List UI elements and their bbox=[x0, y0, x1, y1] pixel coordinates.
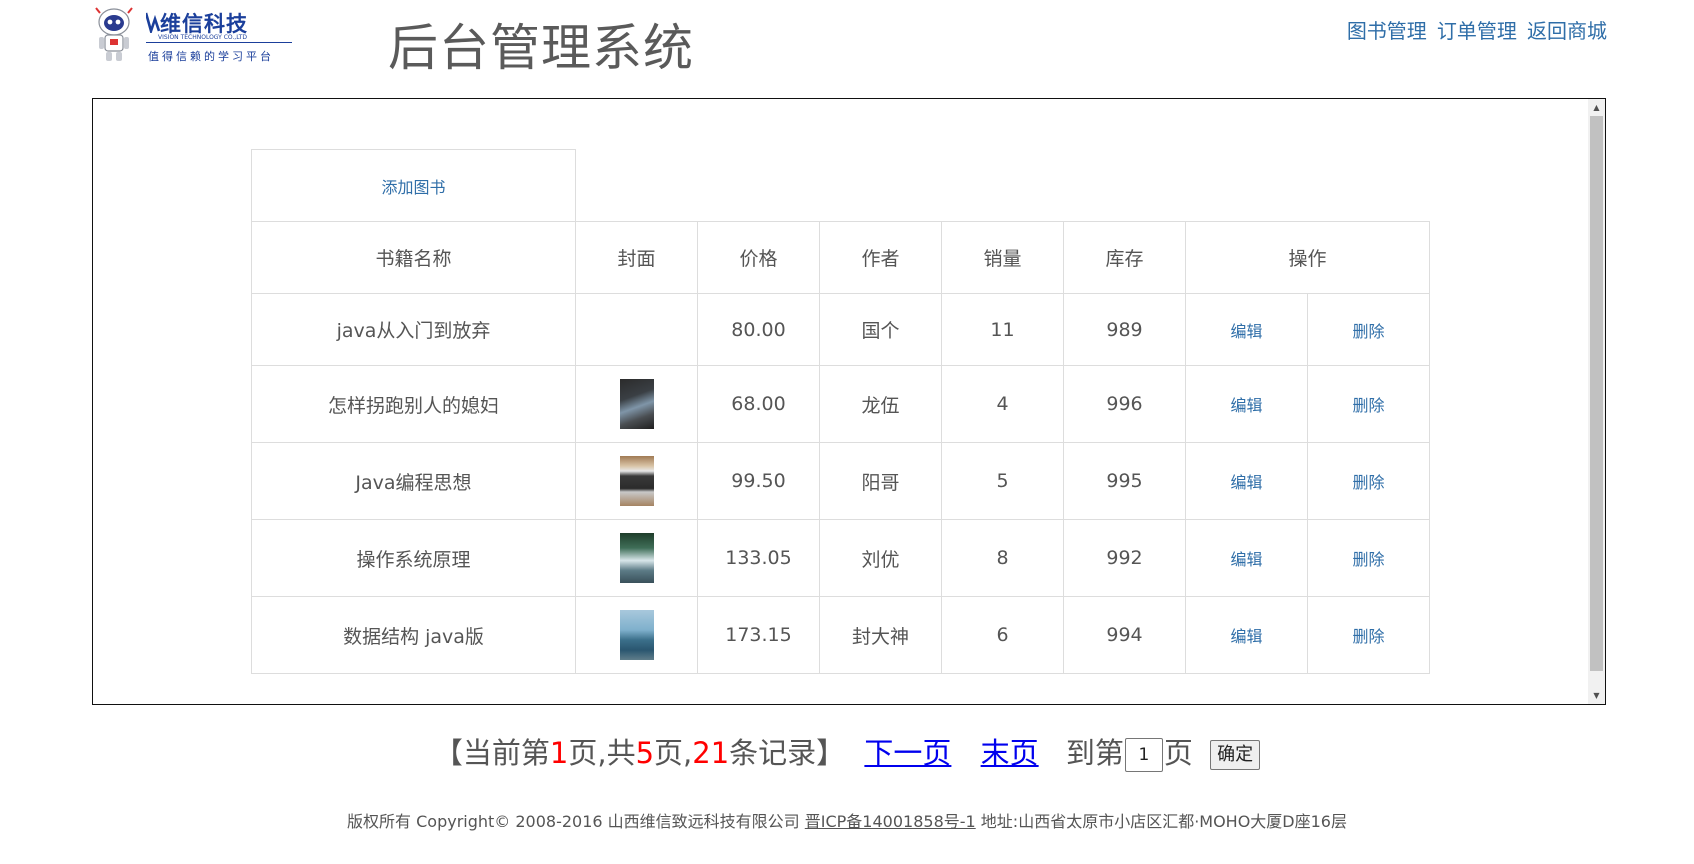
vertical-scrollbar[interactable]: ▲ ▼ bbox=[1588, 99, 1605, 704]
confirm-button[interactable]: 确定 bbox=[1210, 740, 1261, 770]
book-stock: 992 bbox=[1063, 519, 1186, 597]
book-price: 80.00 bbox=[697, 293, 820, 366]
table-row: 怎样拐跑别人的媳妇 68.00 龙伍 4 996 编辑 删除 bbox=[251, 365, 1430, 443]
nav-order-management[interactable]: 订单管理 bbox=[1437, 19, 1517, 43]
book-sales: 11 bbox=[941, 293, 1064, 366]
delete-link[interactable]: 删除 bbox=[1352, 550, 1384, 569]
book-author: 刘优 bbox=[819, 519, 942, 597]
scrollbar-thumb[interactable] bbox=[1590, 116, 1603, 671]
book-cover-cell bbox=[575, 442, 698, 520]
book-stock: 989 bbox=[1063, 293, 1186, 366]
add-row: 添加图书 bbox=[251, 149, 1430, 222]
table-row: 数据结构 java版 173.15 封大神 6 994 编辑 删除 bbox=[251, 596, 1430, 674]
table-row: java从入门到放弃 80.00 国个 11 989 编辑 删除 bbox=[251, 293, 1430, 366]
brand-slogan: 值得信赖的学习平台 bbox=[148, 50, 274, 63]
column-header: 书籍名称 bbox=[251, 221, 576, 294]
add-book-cell: 添加图书 bbox=[251, 149, 576, 222]
column-header: 销量 bbox=[941, 221, 1064, 294]
book-cover-cell bbox=[575, 365, 698, 443]
book-name: Java编程思想 bbox=[251, 442, 576, 520]
edit-link[interactable]: 编辑 bbox=[1230, 396, 1262, 415]
column-header: 作者 bbox=[819, 221, 942, 294]
book-stock: 996 bbox=[1063, 365, 1186, 443]
current-page-number: 1 bbox=[549, 736, 569, 770]
content-frame: 添加图书 书籍名称 封面 价格 作者 销量 库存 操作 java从入门到放弃 8… bbox=[92, 98, 1606, 705]
edit-link[interactable]: 编辑 bbox=[1230, 550, 1262, 569]
book-name: java从入门到放弃 bbox=[251, 293, 576, 366]
footer: 版权所有 Copyright© 2008-2016 山西维信致远科技有限公司 晋… bbox=[0, 808, 1694, 832]
copyright-text: 版权所有 Copyright© 2008-2016 山西维信致远科技有限公司 bbox=[347, 812, 800, 831]
goto-page-input[interactable]: 1 bbox=[1124, 738, 1163, 772]
last-page-link[interactable]: 末页 bbox=[981, 736, 1039, 770]
book-author: 国个 bbox=[819, 293, 942, 366]
goto-suffix: 页 bbox=[1163, 736, 1193, 770]
table-row: 操作系统原理 133.05 刘优 8 992 编辑 删除 bbox=[251, 519, 1430, 597]
book-price: 99.50 bbox=[697, 442, 820, 520]
edit-link[interactable]: 编辑 bbox=[1230, 627, 1262, 646]
add-book-link[interactable]: 添加图书 bbox=[381, 178, 445, 197]
vw-brand-mark-icon bbox=[146, 12, 160, 33]
scroll-up-arrow-icon[interactable]: ▲ bbox=[1588, 99, 1605, 116]
book-name: 怎样拐跑别人的媳妇 bbox=[251, 365, 576, 443]
book-price: 133.05 bbox=[697, 519, 820, 597]
edit-link[interactable]: 编辑 bbox=[1230, 322, 1262, 341]
book-cover-cell bbox=[575, 519, 698, 597]
logo-divider bbox=[146, 42, 292, 43]
book-table: 添加图书 书籍名称 封面 价格 作者 销量 库存 操作 java从入门到放弃 8… bbox=[251, 149, 1430, 674]
pagination: 【当前第1页,共5页,21条记录】 下一页 末页 到第 1 页 确定 bbox=[0, 733, 1694, 773]
book-author: 阳哥 bbox=[819, 442, 942, 520]
brand-english-name: VISION TECHNOLOGY CO.,LTD bbox=[158, 34, 247, 41]
book-price: 173.15 bbox=[697, 596, 820, 674]
page-title: 后台管理系统 bbox=[388, 19, 694, 77]
pager-prefix: 【当前第 bbox=[433, 736, 550, 770]
column-header: 库存 bbox=[1063, 221, 1186, 294]
address-text: 地址:山西省太原市小店区汇都·MOHO大厦D座16层 bbox=[980, 812, 1347, 831]
goto-prefix: 到第 bbox=[1065, 736, 1124, 770]
laptop-hand-image bbox=[619, 379, 654, 429]
column-header: 操作 bbox=[1185, 221, 1430, 294]
column-header: 封面 bbox=[575, 221, 698, 294]
book-name: 操作系统原理 bbox=[251, 519, 576, 597]
robot-mascot-icon bbox=[95, 7, 133, 61]
edit-link[interactable]: 编辑 bbox=[1230, 473, 1262, 492]
column-header: 价格 bbox=[697, 221, 820, 294]
waterfall-image bbox=[619, 533, 654, 583]
pager-text: 页,共 bbox=[568, 736, 636, 770]
book-cover-cell bbox=[575, 596, 698, 674]
table-row: Java编程思想 99.50 阳哥 5 995 编辑 删除 bbox=[251, 442, 1430, 520]
sea-image bbox=[619, 610, 654, 660]
table-header-row: 书籍名称 封面 价格 作者 销量 库存 操作 bbox=[251, 221, 1430, 294]
laptop-image bbox=[619, 456, 654, 506]
header: 维信科技 VISION TECHNOLOGY CO.,LTD 值得信赖的学习平台… bbox=[0, 0, 1694, 90]
delete-link[interactable]: 删除 bbox=[1352, 396, 1384, 415]
total-records-number: 21 bbox=[692, 736, 730, 770]
delete-link[interactable]: 删除 bbox=[1352, 322, 1384, 341]
book-sales: 5 bbox=[941, 442, 1064, 520]
delete-link[interactable]: 删除 bbox=[1352, 627, 1384, 646]
book-price: 68.00 bbox=[697, 365, 820, 443]
book-author: 封大神 bbox=[819, 596, 942, 674]
book-stock: 995 bbox=[1063, 442, 1186, 520]
book-sales: 6 bbox=[941, 596, 1064, 674]
pager-text: 页, bbox=[654, 736, 693, 770]
logo[interactable]: 维信科技 VISION TECHNOLOGY CO.,LTD 值得信赖的学习平台 bbox=[92, 7, 292, 63]
total-pages-number: 5 bbox=[635, 736, 655, 770]
top-nav: 图书管理 订单管理 返回商城 bbox=[1342, 15, 1607, 44]
delete-link[interactable]: 删除 bbox=[1352, 473, 1384, 492]
book-author: 龙伍 bbox=[819, 365, 942, 443]
book-cover-cell bbox=[575, 293, 698, 366]
book-name: 数据结构 java版 bbox=[251, 596, 576, 674]
scroll-down-arrow-icon[interactable]: ▼ bbox=[1588, 687, 1605, 704]
icp-link[interactable]: 晋ICP备14001858号-1 bbox=[805, 812, 976, 831]
book-sales: 8 bbox=[941, 519, 1064, 597]
nav-back-to-store[interactable]: 返回商城 bbox=[1527, 19, 1607, 43]
next-page-link[interactable]: 下一页 bbox=[864, 736, 951, 770]
pager-suffix: 条记录】 bbox=[729, 736, 846, 770]
nav-book-management[interactable]: 图书管理 bbox=[1347, 19, 1427, 43]
book-sales: 4 bbox=[941, 365, 1064, 443]
book-stock: 994 bbox=[1063, 596, 1186, 674]
